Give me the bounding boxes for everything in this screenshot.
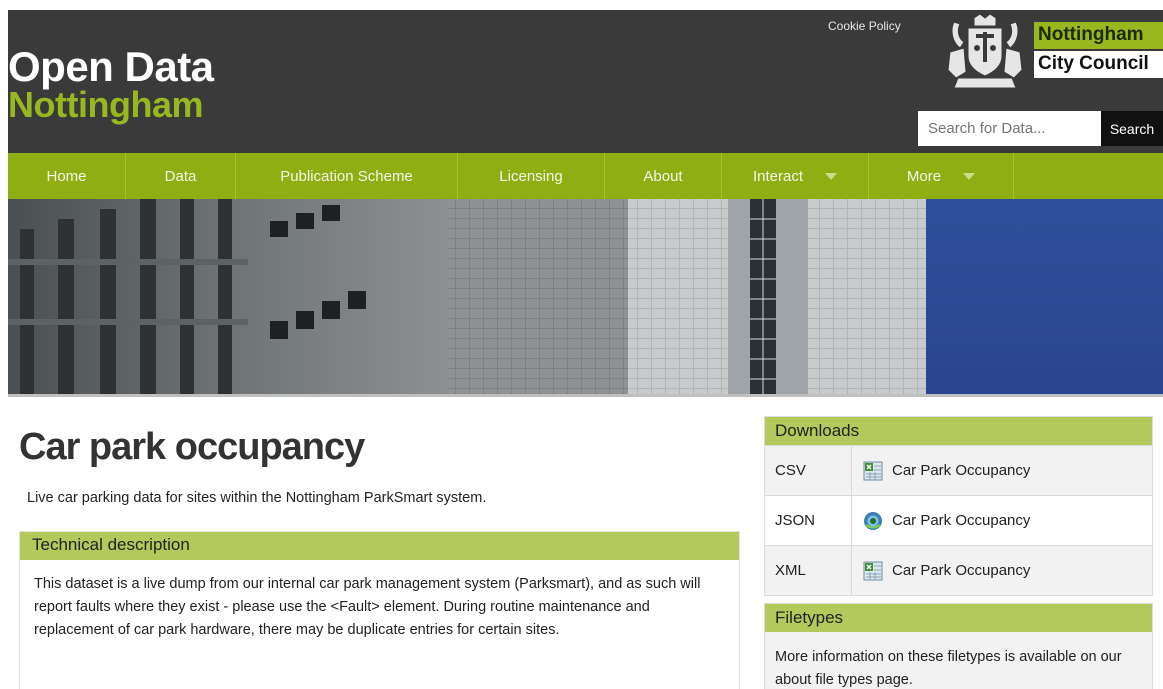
download-link-json[interactable]: Car Park Occupancy — [852, 496, 1152, 545]
download-type: CSV — [765, 446, 852, 495]
nav-item-more[interactable]: More — [869, 153, 1014, 199]
download-row-json: JSON Car Park Occupancy — [765, 495, 1152, 545]
download-type: JSON — [765, 496, 852, 545]
spreadsheet-icon — [863, 461, 883, 480]
nav-item-data[interactable]: Data — [126, 153, 236, 199]
council-logo-line2: City Council — [1034, 51, 1163, 78]
downloads-panel: Downloads CSV Car Park Occupancy JSON Ca… — [764, 416, 1153, 596]
download-type: XML — [765, 546, 852, 595]
download-link-xml[interactable]: Car Park Occupancy — [852, 546, 1152, 595]
nav-item-label: Home — [46, 167, 87, 185]
nav-item-label: Data — [164, 167, 197, 185]
council-logo[interactable]: Nottingham City Council — [1034, 22, 1163, 80]
search-input[interactable] — [918, 111, 1101, 146]
nav-item-label: About — [643, 167, 683, 185]
council-logo-line1: Nottingham — [1034, 22, 1163, 49]
nav-item-label: Publication Scheme — [280, 167, 413, 185]
technical-description-panel: Technical description This dataset is a … — [19, 531, 740, 689]
building-photo — [8, 199, 1163, 394]
spreadsheet-icon — [863, 561, 883, 580]
filetypes-body: More information on these filetypes is a… — [775, 649, 1122, 688]
nav-item-label: Licensing — [499, 167, 563, 185]
nav-item-interact[interactable]: Interact — [722, 153, 869, 199]
download-row-xml: XML Car Park Occupancy — [765, 545, 1152, 595]
nav-item-home[interactable]: Home — [8, 153, 126, 199]
nav-item-about[interactable]: About — [605, 153, 722, 199]
technical-description-header: Technical description — [20, 532, 739, 560]
filetypes-panel: Filetypes More information on these file… — [764, 603, 1153, 689]
download-link-label: Car Park Occupancy — [892, 562, 1031, 579]
globe-icon — [864, 511, 882, 530]
dataset-summary: Live car parking data for sites within t… — [27, 490, 487, 506]
council-crest-icon — [947, 13, 1023, 89]
download-link-label: Car Park Occupancy — [892, 512, 1031, 529]
nav-item-label: Interact — [752, 167, 804, 185]
site-logo-title[interactable]: Open Data — [8, 46, 214, 88]
nav-item-label: More — [906, 167, 942, 185]
download-link-csv[interactable]: Car Park Occupancy — [852, 446, 1152, 495]
downloads-header: Downloads — [765, 417, 1152, 445]
site-header: Open Data Nottingham Cookie Policy Notti… — [8, 10, 1163, 153]
hero-banner-image — [8, 199, 1163, 397]
search-button[interactable]: Search — [1101, 111, 1163, 146]
cookie-policy-link[interactable]: Cookie Policy — [828, 19, 901, 33]
page-title: Car park occupancy — [19, 426, 365, 468]
main-nav: Home Data Publication Scheme Licensing A… — [8, 153, 1163, 199]
technical-description-body: This dataset is a live dump from our int… — [34, 576, 701, 638]
download-link-label: Car Park Occupancy — [892, 462, 1031, 479]
download-row-csv: CSV Car Park Occupancy — [765, 445, 1152, 495]
filetypes-header: Filetypes — [765, 604, 1152, 632]
nav-item-licensing[interactable]: Licensing — [458, 153, 605, 199]
site-logo-subtitle[interactable]: Nottingham — [8, 87, 203, 123]
chevron-down-icon — [963, 172, 976, 180]
nav-item-publication-scheme[interactable]: Publication Scheme — [236, 153, 458, 199]
chevron-down-icon — [825, 172, 838, 180]
